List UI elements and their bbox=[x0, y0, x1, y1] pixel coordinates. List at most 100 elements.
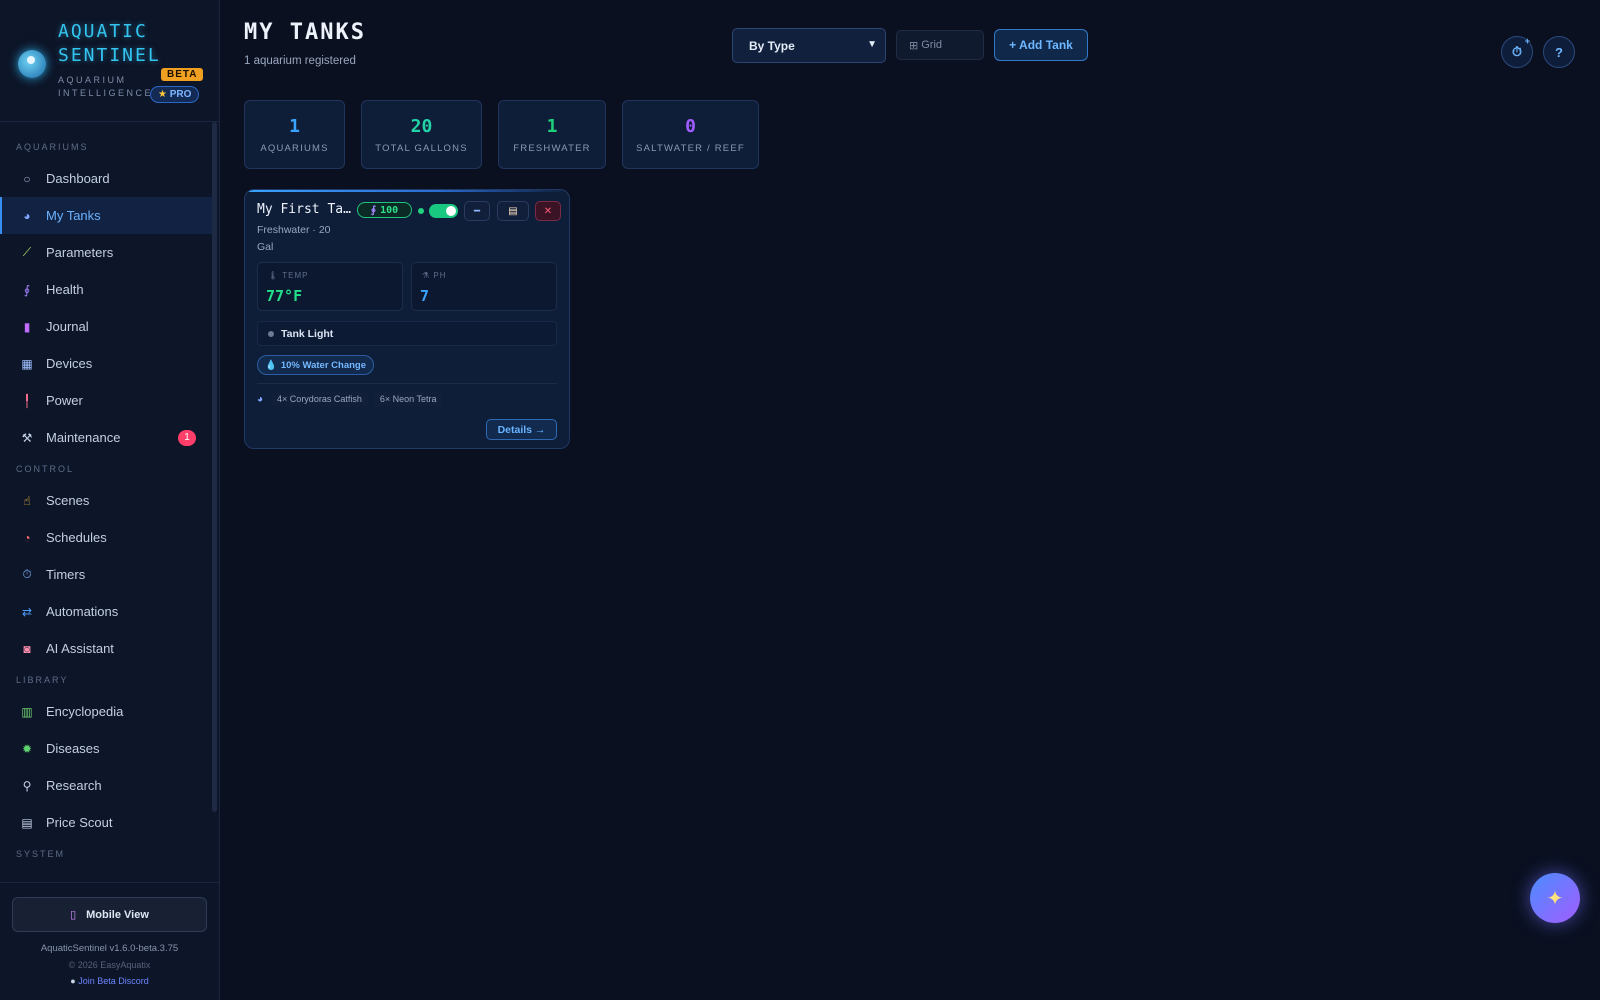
dose-button[interactable]: ━ bbox=[464, 201, 490, 221]
clipboard-icon: ▤ bbox=[508, 205, 518, 217]
sidebar-scrollbar[interactable] bbox=[212, 122, 217, 812]
tank-name: My First Ta... bbox=[257, 202, 353, 217]
books-icon: ▥ bbox=[21, 704, 33, 719]
fish-icon: ◕ bbox=[257, 393, 264, 405]
sidebar-item-research[interactable]: ⚲ Research bbox=[0, 767, 212, 804]
device-tank-light[interactable]: Tank Light bbox=[257, 321, 557, 346]
sidebar-item-power[interactable]: ╿ Power bbox=[0, 382, 212, 419]
help-button[interactable]: ? bbox=[1543, 36, 1575, 68]
health-score: 100 bbox=[380, 204, 399, 216]
sidebar-item-journal[interactable]: ▮ Journal bbox=[0, 308, 212, 345]
card-accent-bar bbox=[245, 190, 569, 192]
task-label: 10% Water Change bbox=[280, 359, 366, 371]
sidebar-item-label: Dashboard bbox=[46, 171, 110, 186]
mobile-view-button[interactable]: ▯ Mobile View bbox=[12, 897, 207, 932]
stat-saltwater-reef: 0 SALTWATER / REEF bbox=[622, 100, 759, 169]
brand-subtitle: AQUARIUM INTELLIGENCE bbox=[58, 75, 154, 98]
ai-sparkle-button[interactable]: ✦ bbox=[1530, 873, 1580, 923]
sidebar-item-maintenance[interactable]: ⚒ Maintenance 1 bbox=[0, 419, 212, 456]
microscope-icon: ⚲ bbox=[22, 778, 32, 793]
sort-by-value: By Type bbox=[749, 38, 795, 53]
sidebar-item-label: Diseases bbox=[46, 741, 100, 756]
sidebar-item-price-scout[interactable]: ▤ Price Scout bbox=[0, 804, 212, 841]
sidebar-item-label: Automations bbox=[46, 604, 119, 619]
circle-icon: ○ bbox=[23, 171, 31, 186]
stopwatch-icon: ⏱ bbox=[1511, 44, 1523, 59]
notebook-icon: ▮ bbox=[23, 319, 31, 334]
sidebar-item-label: Scenes bbox=[46, 493, 90, 508]
add-tank-button[interactable]: + Add Tank bbox=[994, 29, 1088, 61]
hand-icon: ☝ bbox=[23, 493, 31, 508]
delete-tank-button[interactable]: ✕ bbox=[535, 201, 561, 221]
quick-timer-button[interactable]: ⏱ + bbox=[1501, 36, 1533, 68]
livestock-tag: 4× Corydoras Catfish bbox=[271, 391, 368, 407]
stat-value: 20 bbox=[410, 116, 433, 137]
tank-type: Freshwater · 20 Gal bbox=[257, 224, 331, 253]
stethoscope-icon: ∮ bbox=[23, 282, 31, 297]
sidebar-item-label: Health bbox=[46, 282, 84, 297]
sidebar-item-devices[interactable]: ▦ Devices bbox=[0, 345, 212, 382]
repeat-icon: ⇄ bbox=[21, 604, 33, 619]
temperature-readout: 🌡 TEMP 77°F bbox=[257, 262, 403, 311]
speech-bubble-icon: ● bbox=[70, 976, 76, 986]
stat-label: TOTAL GALLONS bbox=[375, 143, 468, 154]
card-divider bbox=[257, 383, 557, 384]
discord-link[interactable]: ● Join Beta Discord bbox=[0, 976, 219, 986]
sidebar-item-label: Research bbox=[46, 778, 102, 793]
thermometer-icon-label: 🌡 TEMP bbox=[268, 271, 309, 280]
sidebar-item-label: Timers bbox=[46, 567, 86, 582]
sidebar-item-dashboard[interactable]: ○ Dashboard bbox=[0, 160, 212, 197]
stat-total-gallons: 20 TOTAL GALLONS bbox=[361, 100, 482, 169]
sidebar-item-health[interactable]: ∮ Health bbox=[0, 271, 212, 308]
stat-value: 0 bbox=[685, 116, 696, 137]
device-name: Tank Light bbox=[281, 327, 334, 340]
sidebar-item-ai-assistant[interactable]: ◙ AI Assistant bbox=[0, 630, 212, 667]
sidebar-item-automations[interactable]: ⇄ Automations bbox=[0, 593, 212, 630]
sidebar-item-label: Parameters bbox=[46, 245, 114, 260]
temp-value: 77°F bbox=[266, 287, 303, 305]
sidebar-item-label: Devices bbox=[46, 356, 93, 371]
chevron-down-icon: ▼ bbox=[867, 39, 877, 50]
sidebar-nav: AQUARIUMS ○ Dashboard ◕ My Tanks ⟋ Paramete… bbox=[0, 140, 212, 867]
mobile-view-label: Mobile View bbox=[86, 908, 149, 921]
tank-active-toggle[interactable] bbox=[429, 204, 458, 218]
health-score-badge: ∮ 100 bbox=[357, 202, 412, 218]
section-aquariums: AQUARIUMS bbox=[16, 142, 89, 152]
sidebar-item-timers[interactable]: ⏱ Timers bbox=[0, 556, 212, 593]
sidebar-item-diseases[interactable]: ✹ Diseases bbox=[0, 730, 212, 767]
fish-bowl-logo-icon bbox=[18, 50, 46, 78]
cash-register-icon: ▤ bbox=[21, 815, 33, 830]
stopwatch-icon: ⏱ bbox=[22, 567, 32, 581]
stat-value: 1 bbox=[546, 116, 558, 137]
plug-icon: ╿ bbox=[23, 393, 31, 408]
stat-freshwater: 1 FRESHWATER bbox=[498, 100, 606, 169]
mobile-phone-icon: ▯ bbox=[70, 909, 77, 921]
sidebar-item-label: AI Assistant bbox=[46, 641, 114, 656]
stethoscope-icon: ∮ bbox=[370, 204, 377, 216]
brand: AQUATIC SENTINEL AQUARIUM INTELLIGENCE B… bbox=[0, 0, 219, 122]
online-status-dot bbox=[418, 208, 424, 214]
app-version: AquaticSentinel v1.6.0-beta.3.75 bbox=[40, 943, 179, 954]
sort-by-select[interactable]: By Type ▼ bbox=[732, 28, 886, 63]
sidebar-item-scenes[interactable]: ☝ Scenes bbox=[0, 482, 212, 519]
control-panel-icon: ▦ bbox=[21, 356, 33, 371]
grid-label: Grid bbox=[921, 39, 942, 51]
sidebar-item-label: Encyclopedia bbox=[46, 704, 124, 719]
details-button[interactable]: Details → bbox=[486, 419, 557, 440]
page-subtitle: 1 aquarium registered bbox=[244, 55, 356, 67]
sidebar-item-schedules[interactable]: ◔ Schedules bbox=[0, 519, 212, 556]
sidebar-item-label: Journal bbox=[46, 319, 89, 334]
tank-card[interactable]: My First Ta... Freshwater · 20 Gal ∮100 … bbox=[244, 189, 570, 449]
plus-icon: + bbox=[1524, 36, 1530, 46]
sidebar-item-parameters[interactable]: ⟋ Parameters bbox=[0, 234, 212, 271]
fish-icon: ◕ bbox=[23, 208, 31, 223]
wrench-icon: ⚒ bbox=[21, 430, 33, 445]
water-change-task[interactable]: 💧 10% Water Change bbox=[257, 355, 374, 375]
sidebar-item-encyclopedia[interactable]: ▥ Encyclopedia bbox=[0, 693, 212, 730]
section-library: LIBRARY bbox=[16, 675, 69, 685]
pro-label: PRO bbox=[169, 89, 192, 100]
sidebar-item-my-tanks[interactable]: ◕ My Tanks bbox=[0, 197, 212, 234]
grid-view-toggle[interactable]: ⊞ Grid bbox=[896, 30, 984, 60]
alarm-clock-icon: ◔ bbox=[23, 530, 31, 545]
log-button[interactable]: ▤ bbox=[497, 201, 529, 221]
